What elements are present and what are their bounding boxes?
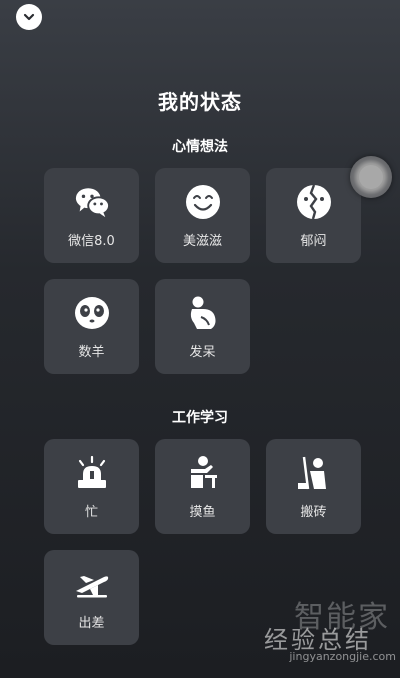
floating-assistive-button[interactable] bbox=[350, 156, 392, 198]
status-tile-label: 郁闷 bbox=[300, 234, 327, 249]
status-tile-brick-moving[interactable]: 搬砖 bbox=[266, 439, 361, 534]
status-tile-label: 摸鱼 bbox=[189, 505, 216, 520]
alarm-light-icon bbox=[74, 455, 110, 491]
status-tile-wechat[interactable]: 微信8.0 bbox=[44, 168, 139, 263]
status-tile-label: 忙 bbox=[84, 505, 98, 520]
wechat-icon bbox=[74, 184, 110, 220]
worker-icon bbox=[296, 455, 332, 491]
chevron-down-icon bbox=[23, 13, 35, 21]
status-tile-gloomy[interactable]: 郁闷 bbox=[266, 168, 361, 263]
status-tile-busy[interactable]: 忙 bbox=[44, 439, 139, 534]
page-title: 我的状态 bbox=[158, 90, 242, 114]
section-title-mood: 心情想法 bbox=[172, 139, 228, 155]
status-tile-business-trip[interactable]: 出差 bbox=[44, 550, 139, 645]
status-tile-label: 微信8.0 bbox=[68, 234, 115, 249]
status-tile-counting-sheep[interactable]: 数羊 bbox=[44, 279, 139, 374]
status-tile-slacking[interactable]: 摸鱼 bbox=[155, 439, 250, 534]
airplane-icon bbox=[74, 566, 110, 602]
status-tile-happy[interactable]: 美滋滋 bbox=[155, 168, 250, 263]
status-tile-label: 出差 bbox=[78, 616, 105, 631]
collapse-button[interactable] bbox=[16, 4, 42, 30]
status-tile-label: 数羊 bbox=[78, 345, 105, 360]
sheep-icon bbox=[74, 295, 110, 331]
watermark-url: jingyanzongjie.com bbox=[289, 650, 396, 663]
broken-face-icon bbox=[296, 184, 332, 220]
daze-person-icon bbox=[185, 295, 221, 331]
status-tile-label: 美滋滋 bbox=[182, 234, 222, 249]
desk-person-icon bbox=[185, 455, 221, 491]
status-tile-daze[interactable]: 发呆 bbox=[155, 279, 250, 374]
section-title-work: 工作学习 bbox=[172, 410, 228, 426]
status-tile-label: 发呆 bbox=[189, 345, 216, 360]
smile-face-icon bbox=[185, 184, 221, 220]
status-tile-label: 搬砖 bbox=[300, 505, 327, 520]
